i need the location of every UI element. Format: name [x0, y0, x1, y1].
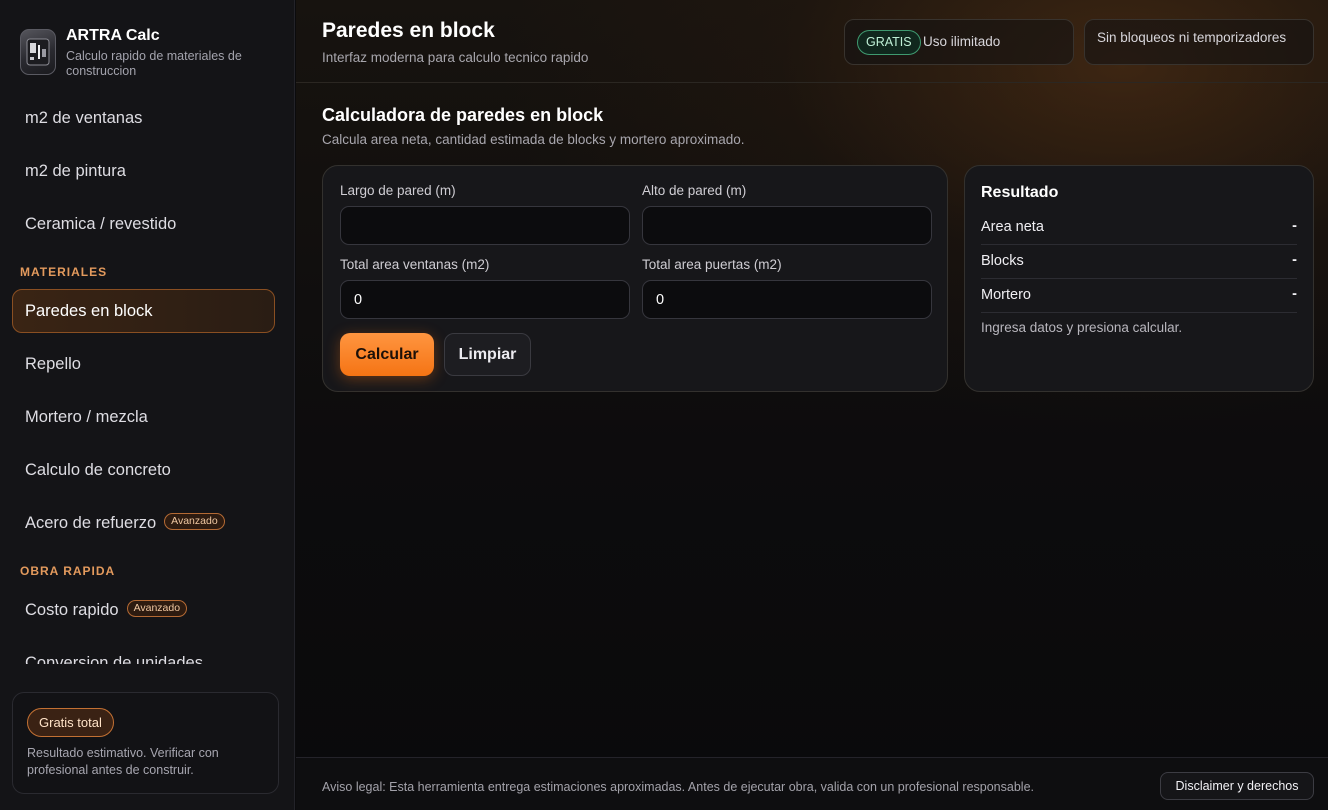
- sidebar-item-label: Acero de refuerzo: [25, 514, 157, 532]
- sidebar-item-mortero[interactable]: Mortero / mezcla: [12, 395, 275, 439]
- largo-input[interactable]: [340, 206, 630, 245]
- sidebar-item-label: Mortero / mezcla: [25, 408, 148, 426]
- calculator-form: Largo de pared (m) Alto de pared (m) Tot…: [322, 165, 948, 392]
- no-limits-chip: Sin bloqueos ni temporizadores: [1084, 19, 1314, 65]
- advanced-badge: Avanzado: [164, 513, 225, 531]
- sidebar-item-paredes-block[interactable]: Paredes en block: [12, 289, 275, 333]
- sidebar-item-m2-ventanas[interactable]: m2 de ventanas: [12, 96, 275, 140]
- legal-notice: Aviso legal: Esta herramienta entrega es…: [322, 780, 1034, 794]
- info-card-text: Resultado estimativo. Verificar con prof…: [27, 746, 219, 777]
- result-row-area-neta: Area neta -: [981, 211, 1297, 245]
- no-limits-chip-text: Sin bloqueos ni temporizadores: [1097, 30, 1287, 45]
- section-heading-obra-rapida: OBRA RAPIDA: [20, 564, 116, 578]
- sidebar-item-label: m2 de ventanas: [25, 109, 143, 127]
- ventanas-label: Total area ventanas (m2): [340, 257, 490, 272]
- sidebar-item-label: Paredes en block: [25, 302, 153, 320]
- result-value: -: [1292, 218, 1297, 234]
- footer: Aviso legal: Esta herramienta entrega es…: [296, 757, 1328, 810]
- sidebar-item-label: Ceramica / revestido: [25, 215, 177, 233]
- result-label: Area neta: [981, 219, 1044, 235]
- header: Paredes en block Interfaz moderna para c…: [296, 0, 1328, 83]
- sidebar-item-label: Conversion de unidades: [25, 654, 203, 664]
- sidebar-item-label: Calculo de concreto: [25, 461, 171, 479]
- result-card: Resultado Area neta - Blocks - Mortero -…: [964, 165, 1314, 392]
- sidebar-item-label: Costo rapido: [25, 601, 119, 619]
- section-heading-materiales: MATERIALES: [20, 265, 108, 279]
- result-label: Blocks: [981, 253, 1024, 269]
- calculator-subtitle: Calcula area neta, cantidad estimada de …: [322, 132, 745, 147]
- brand-title: ARTRA Calc: [66, 27, 160, 44]
- result-value: -: [1292, 286, 1297, 302]
- page-subtitle: Interfaz moderna para calculo tecnico ra…: [322, 50, 589, 65]
- sidebar-item-costo-rapido[interactable]: Costo rapido Avanzado: [12, 588, 275, 632]
- sidebar-item-repello[interactable]: Repello: [12, 342, 275, 386]
- page-title: Paredes en block: [322, 19, 495, 42]
- brand-subtitle: Calculo rapido de materiales de construc…: [66, 49, 242, 78]
- sidebar-item-concreto[interactable]: Calculo de concreto: [12, 448, 275, 492]
- ventanas-input[interactable]: [340, 280, 630, 319]
- result-value: -: [1292, 252, 1297, 268]
- clear-button[interactable]: Limpiar: [444, 333, 531, 376]
- result-note: Ingresa datos y presiona calcular.: [981, 320, 1183, 335]
- result-label: Mortero: [981, 287, 1031, 303]
- free-badge: Gratis total: [27, 708, 114, 737]
- sidebar-item-label: Repello: [25, 355, 81, 373]
- sidebar-item-ceramica[interactable]: Ceramica / revestido: [12, 202, 275, 246]
- calculate-button[interactable]: Calcular: [340, 333, 434, 376]
- info-card: Gratis total Resultado estimativo. Verif…: [12, 692, 279, 794]
- largo-label: Largo de pared (m): [340, 183, 456, 198]
- advanced-badge: Avanzado: [126, 600, 188, 618]
- sidebar-item-m2-pintura[interactable]: m2 de pintura: [12, 149, 275, 193]
- alto-label: Alto de pared (m): [642, 183, 747, 198]
- puertas-input[interactable]: [642, 280, 932, 319]
- sidebar-item-label: m2 de pintura: [25, 162, 126, 180]
- sidebar-item-acero[interactable]: Acero de refuerzo Avanzado: [12, 501, 275, 545]
- sidebar-nav[interactable]: m2 de ventanas m2 de pintura Ceramica / …: [0, 92, 295, 664]
- result-row-blocks: Blocks -: [981, 245, 1297, 279]
- sidebar-item-conversion[interactable]: Conversion de unidades: [12, 641, 275, 664]
- main-panel: Paredes en block Interfaz moderna para c…: [296, 0, 1328, 810]
- result-row-mortero: Mortero -: [981, 279, 1297, 313]
- app-logo-icon: [20, 29, 56, 75]
- puertas-label: Total area puertas (m2): [642, 257, 782, 272]
- usage-chip-text: Uso ilimitado: [923, 34, 1001, 49]
- disclaimer-button[interactable]: Disclaimer y derechos: [1160, 772, 1314, 800]
- sidebar: ARTRA Calc Calculo rapido de materiales …: [0, 0, 295, 810]
- usage-chip: GRATIS Uso ilimitado: [844, 19, 1074, 65]
- brand: ARTRA Calc Calculo rapido de materiales …: [18, 26, 288, 86]
- calculator-title: Calculadora de paredes en block: [322, 105, 604, 125]
- result-title: Resultado: [981, 184, 1059, 201]
- gratis-badge: GRATIS: [857, 30, 921, 55]
- alto-input[interactable]: [642, 206, 932, 245]
